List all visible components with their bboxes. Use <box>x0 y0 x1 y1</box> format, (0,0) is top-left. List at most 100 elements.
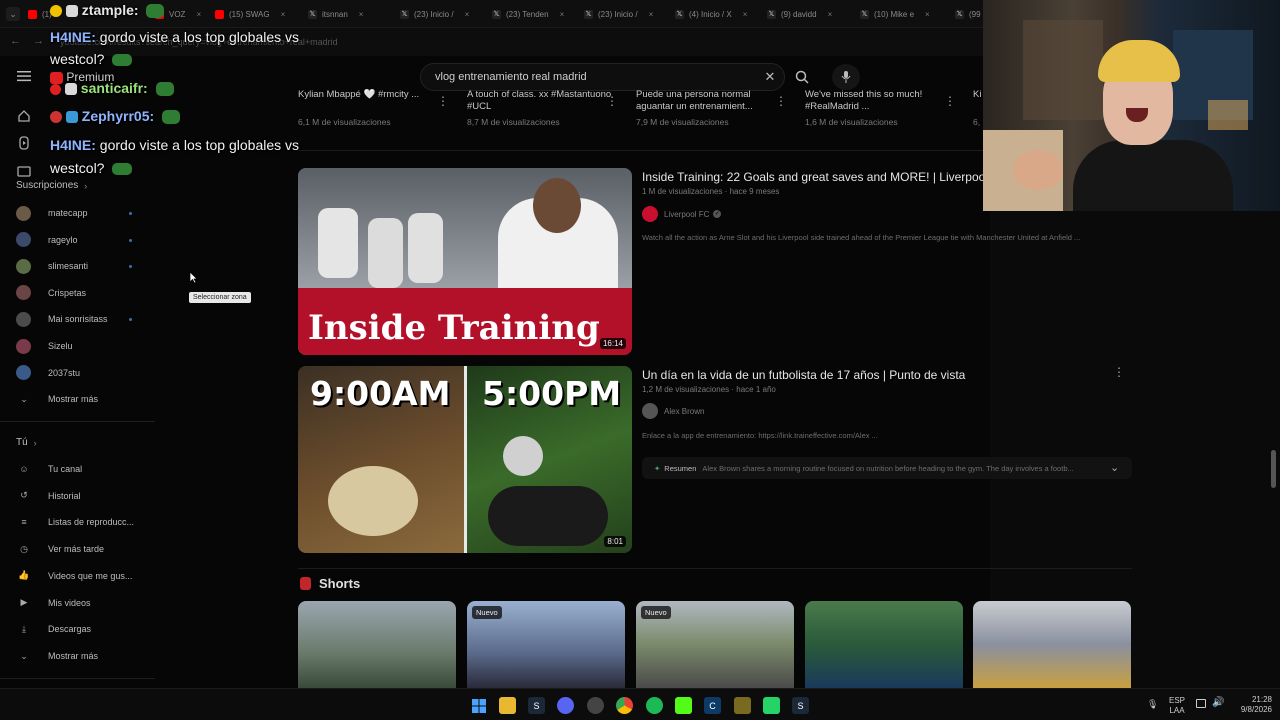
browser-tab[interactable]: (15) SWAG × <box>215 5 305 23</box>
video-title[interactable]: Un día en la vida de un futbolista de 17… <box>642 368 965 382</box>
top-row-video[interactable]: A touch of class. xx #Mastantuono #UCL 8,… <box>467 89 617 127</box>
home-icon[interactable] <box>16 108 32 124</box>
close-tab-icon[interactable]: × <box>560 10 565 19</box>
close-tab-icon[interactable]: × <box>465 10 470 19</box>
clear-search-icon[interactable]: ✕ <box>762 69 778 85</box>
sidebar-you-item[interactable]: ▶ Mis videos <box>16 593 91 613</box>
sidebar-sub-item[interactable]: 2037stu <box>16 363 80 383</box>
kick-icon[interactable] <box>675 697 692 714</box>
expand-chevron-icon[interactable]: ⌄ <box>1110 461 1119 474</box>
app-icon[interactable] <box>587 697 604 714</box>
app-icon[interactable] <box>734 697 751 714</box>
channel-name[interactable]: Alex Brown <box>664 407 704 416</box>
video-title[interactable]: Inside Training: 22 Goals and great save… <box>642 170 988 184</box>
channel-avatar[interactable] <box>642 403 658 419</box>
search-box[interactable]: vlog entrenamiento real madrid <box>420 63 785 91</box>
browser-tab[interactable]: 𝕏 (10) Mike e × <box>860 5 952 23</box>
video-thumbnail[interactable]: 9:00AM 5:00PM 8:01 <box>298 366 632 553</box>
x-logo-icon: 𝕏 <box>955 9 964 19</box>
short-card[interactable] <box>298 601 456 688</box>
sidebar-sub-item[interactable]: Sizelu <box>16 336 73 356</box>
close-tab-icon[interactable]: × <box>359 10 364 19</box>
sidebar-you-item[interactable]: ≡ Listas de reproducc... <box>16 512 134 532</box>
top-row-video[interactable]: Ki 6, <box>973 89 983 127</box>
more-options-icon[interactable]: ⋮ <box>1113 366 1125 378</box>
chrome-icon[interactable] <box>616 697 633 714</box>
show-more-you-button[interactable]: ⌄ Mostrar más <box>16 646 98 666</box>
discord-icon[interactable] <box>557 697 574 714</box>
browser-tab[interactable]: 𝕏 (23) Tenden × <box>492 5 582 23</box>
sidebar-sub-item[interactable]: Crispetas <box>16 283 86 303</box>
forward-icon[interactable]: → <box>33 35 44 47</box>
steam-icon[interactable]: S <box>528 697 545 714</box>
spotify-icon[interactable] <box>646 697 663 714</box>
short-card[interactable] <box>805 601 963 688</box>
video-title[interactable]: We've missed this so much! #RealMadrid .… <box>805 89 955 113</box>
top-row-video[interactable]: Puede una persona normal aguantar un ent… <box>636 89 786 127</box>
close-tab-icon[interactable]: × <box>281 10 286 19</box>
shorts-nav-icon[interactable] <box>16 135 32 151</box>
network-icon[interactable] <box>1196 699 1206 708</box>
microphone-icon[interactable] <box>832 64 860 90</box>
close-tab-icon[interactable]: × <box>828 10 833 19</box>
language-indicator[interactable]: ESP LAA <box>1166 696 1188 716</box>
short-card[interactable] <box>973 601 1131 688</box>
ai-summary-bar[interactable]: ✦ Resumen Alex Brown shares a morning ro… <box>642 457 1132 479</box>
video-title[interactable]: Ki <box>973 89 983 113</box>
short-card[interactable]: Nuevo <box>467 601 625 688</box>
back-icon[interactable]: ← <box>10 35 21 47</box>
menu-icon[interactable] <box>15 68 33 84</box>
browser-tab[interactable]: 𝕏 (23) Inicio / × <box>584 5 674 23</box>
video-title[interactable]: Kylian Mbappé 🤍 #rmcity ... <box>298 89 448 113</box>
windows-start-icon[interactable] <box>470 697 487 714</box>
short-card[interactable]: Nuevo <box>636 601 794 688</box>
subscriptions-header[interactable]: Suscripciones › <box>16 180 87 191</box>
page-scrollbar[interactable] <box>1271 450 1276 488</box>
close-tab-icon[interactable]: × <box>743 10 748 19</box>
ccleaner-icon[interactable]: C <box>704 697 721 714</box>
sidebar-you-item[interactable]: ◷ Ver más tarde <box>16 539 104 559</box>
microphone-tray-icon[interactable]: 🎙 <box>1147 699 1158 710</box>
browser-tab[interactable]: 𝕏 (4) Inicio / X × <box>675 5 765 23</box>
close-tab-icon[interactable]: × <box>196 10 201 19</box>
channel-row[interactable]: Liverpool FC ✓ <box>642 206 722 222</box>
sidebar-sub-item[interactable]: rageylo <box>16 230 78 250</box>
search-input[interactable]: vlog entrenamiento real madrid <box>435 71 587 83</box>
close-tab-icon[interactable]: × <box>649 10 654 19</box>
show-more-subs-button[interactable]: ⌄ Mostrar más <box>16 389 98 409</box>
sidebar-you-item[interactable]: ⤓ Descargas <box>16 619 91 639</box>
steam-icon[interactable]: S <box>792 697 809 714</box>
sidebar-sub-item[interactable]: matecapp <box>16 203 88 223</box>
subscriptions-icon[interactable] <box>16 162 32 178</box>
browser-tab[interactable]: 𝕏 (9) davidd × <box>767 5 857 23</box>
browser-tab[interactable]: 𝕏 (23) Inicio / × <box>400 5 490 23</box>
tab-list-chevron-icon[interactable]: ⌄ <box>6 7 20 21</box>
channel-row[interactable]: Alex Brown <box>642 403 704 419</box>
file-explorer-icon[interactable] <box>499 697 516 714</box>
more-options-icon[interactable]: ⋮ <box>775 95 787 107</box>
channel-name[interactable]: Liverpool FC <box>664 210 709 219</box>
browser-tab[interactable]: 𝕏itsnnan × <box>308 5 398 23</box>
volume-icon[interactable]: 🔊 <box>1212 697 1224 708</box>
top-row-video[interactable]: We've missed this so much! #RealMadrid .… <box>805 89 955 127</box>
more-options-icon[interactable]: ⋮ <box>944 95 956 107</box>
search-icon[interactable] <box>793 68 811 86</box>
sidebar-you-item[interactable]: ↺ Historial <box>16 486 80 506</box>
you-header[interactable]: Tú › <box>16 437 37 448</box>
browser-tab[interactable]: 𝕏 (99 <box>955 5 985 23</box>
video-thumbnail[interactable]: Inside Training 16:14 <box>298 168 632 355</box>
sidebar-you-item[interactable]: 👍 Videos que me gus... <box>16 566 132 586</box>
top-row-video[interactable]: Kylian Mbappé 🤍 #rmcity ... 6,1 M de visu… <box>298 89 448 127</box>
more-options-icon[interactable]: ⋮ <box>606 95 618 107</box>
chat-username: ztample: <box>81 2 139 18</box>
sidebar-sub-item[interactable]: Mai sonrisitass <box>16 309 108 329</box>
video-title[interactable]: A touch of class. xx #Mastantuono #UCL <box>467 89 617 113</box>
sidebar-sub-item[interactable]: slimesanti <box>16 256 88 276</box>
channel-avatar[interactable] <box>642 206 658 222</box>
close-tab-icon[interactable]: × <box>925 10 930 19</box>
sidebar-you-item[interactable]: ☺ Tu canal <box>16 459 82 479</box>
video-title[interactable]: Puede una persona normal aguantar un ent… <box>636 89 786 113</box>
whatsapp-icon[interactable] <box>763 697 780 714</box>
clock[interactable]: 21:28 9/8/2026 <box>1228 695 1272 715</box>
more-options-icon[interactable]: ⋮ <box>437 95 449 107</box>
